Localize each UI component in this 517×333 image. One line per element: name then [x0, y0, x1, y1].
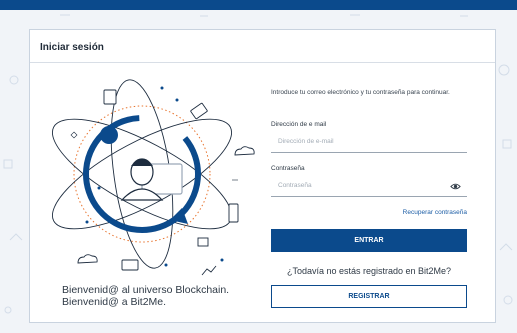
- login-button[interactable]: ENTRAR: [271, 229, 467, 252]
- welcome-line-2: Bienvenid@ a Bit2Me.: [62, 296, 167, 308]
- login-form: Introduce tu correo electrónico y tu con…: [271, 88, 467, 308]
- top-bar: [0, 0, 517, 10]
- password-label: Contraseña: [271, 165, 305, 172]
- blockchain-user-icon: [51, 79, 255, 276]
- welcome-line-1: Bienvenid@ al universo Blockchain.: [62, 284, 230, 296]
- register-button[interactable]: REGISTRAR: [271, 285, 467, 308]
- page-title: Iniciar sesión: [40, 42, 104, 53]
- email-label: Dirección de e mail: [271, 121, 327, 128]
- email-field[interactable]: Dirección de e-mail: [271, 135, 467, 153]
- login-card: Iniciar sesión Bienvenid@ al universo Bl…: [29, 29, 496, 323]
- recover-password-link[interactable]: Recuperar contraseña: [403, 209, 467, 216]
- password-placeholder: Contraseña: [278, 182, 312, 189]
- form-intro: Introduce tu correo electrónico y tu con…: [271, 89, 450, 96]
- card-header: Iniciar sesión: [30, 30, 495, 63]
- password-field[interactable]: Contraseña: [271, 179, 467, 197]
- eye-icon[interactable]: [450, 181, 461, 192]
- email-placeholder: Dirección de e-mail: [278, 138, 334, 145]
- welcome-text: Bienvenid@ al universo Blockchain. Bienv…: [62, 284, 229, 308]
- register-question: ¿Todavía no estás registrado en Bit2Me?: [286, 266, 452, 276]
